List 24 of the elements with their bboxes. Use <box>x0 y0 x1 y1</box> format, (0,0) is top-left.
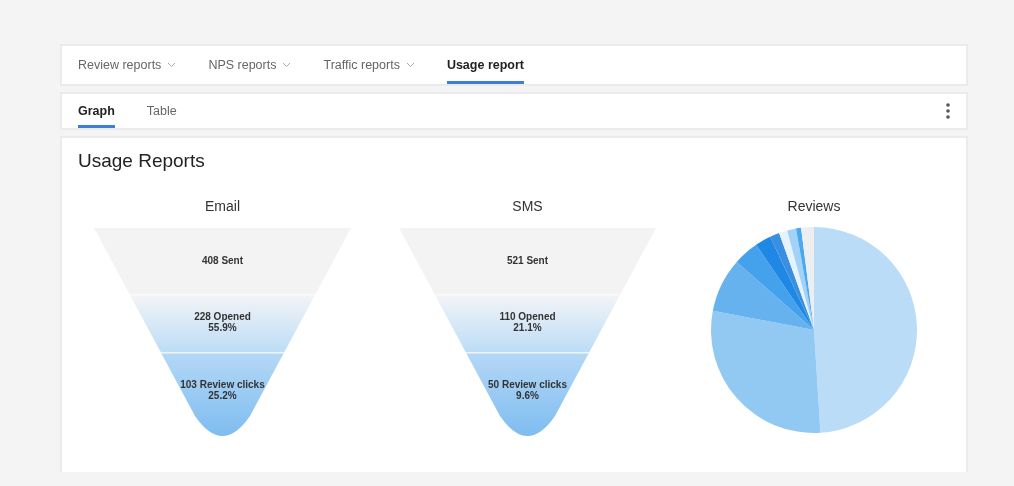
tab[interactable]: Traffic reports <box>323 46 415 84</box>
chart-title: Reviews <box>787 198 841 214</box>
chevron-down-icon <box>282 62 292 68</box>
stage-percent: 21.1% <box>513 322 542 333</box>
stage-label: 50 Review clicks <box>488 379 567 390</box>
tab[interactable]: NPS reports <box>208 46 292 84</box>
stage-percent: 25.2% <box>208 390 237 401</box>
tab[interactable]: Review reports <box>78 46 177 84</box>
stage-label: 521 Sent <box>506 254 549 266</box>
page-title: Usage Reports <box>78 150 206 172</box>
chevron-down-icon <box>405 62 415 68</box>
tab[interactable]: Table <box>146 94 177 128</box>
chart-title: Email <box>205 198 240 214</box>
tab[interactable]: Graph <box>78 94 115 128</box>
stage-label: 228 Opened <box>194 311 251 322</box>
tab[interactable]: Usage report <box>446 46 524 84</box>
stage-percent: 9.6% <box>516 390 539 401</box>
stage-label: 408 Sent <box>201 254 244 266</box>
chart-title: SMS <box>512 198 543 214</box>
more-menu-icon[interactable] <box>946 103 950 119</box>
stage-percent: 55.9% <box>208 322 237 333</box>
chevron-down-icon <box>167 62 177 68</box>
stage-label: 110 Opened <box>499 311 556 322</box>
stage-label: 103 Review clicks <box>180 379 265 390</box>
